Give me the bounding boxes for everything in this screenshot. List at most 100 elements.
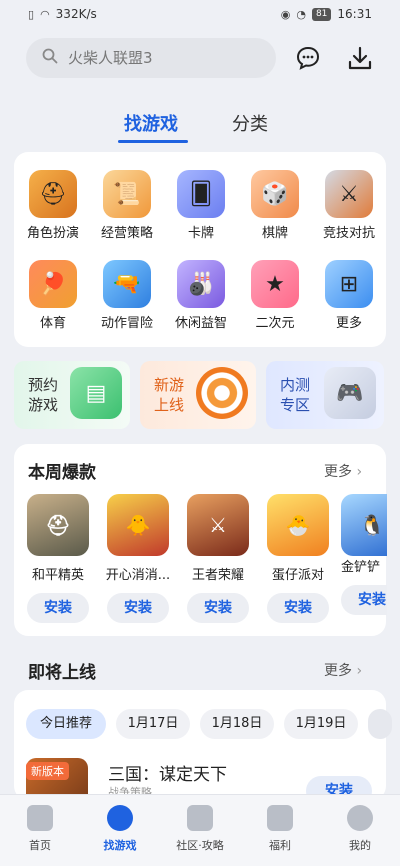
game-item[interactable]: 🐣 蛋仔派对 安装 bbox=[261, 494, 335, 623]
upcoming-game-name: 三国：谋定天下 bbox=[108, 765, 227, 785]
nav-find-games[interactable]: 找游戏 bbox=[80, 805, 160, 853]
home-icon bbox=[27, 805, 53, 831]
nav-label: 首页 bbox=[29, 839, 51, 852]
game-name: 开心消消... bbox=[105, 568, 171, 583]
game-name: 蛋仔派对 bbox=[271, 568, 324, 583]
dice-icon: 🎲 bbox=[251, 170, 299, 218]
nav-home[interactable]: 首页 bbox=[0, 805, 80, 853]
install-button[interactable]: 安装 bbox=[27, 593, 89, 623]
download-icon[interactable] bbox=[346, 44, 374, 72]
avatar-icon bbox=[347, 805, 373, 831]
date-chip[interactable]: 1月19日 bbox=[284, 709, 358, 739]
category-strategy[interactable]: 📜 经营策略 bbox=[90, 170, 164, 241]
category-competitive[interactable]: ⚔ 竞技对抗 bbox=[312, 170, 386, 241]
category-board-games[interactable]: 🎲 棋牌 bbox=[238, 170, 312, 241]
wifi-icon: ◠ bbox=[40, 7, 50, 21]
chevron-right-icon: › bbox=[356, 464, 363, 480]
search-box[interactable] bbox=[26, 38, 276, 78]
game-name: 金铲铲 bbox=[341, 560, 381, 575]
category-label: 动作冒险 bbox=[100, 316, 153, 331]
bowling-icon: 🎳 bbox=[177, 260, 225, 308]
category-label: 角色扮演 bbox=[26, 226, 79, 241]
category-label: 竞技对抗 bbox=[322, 226, 375, 241]
tab-underline bbox=[118, 140, 188, 143]
clock: 16:31 bbox=[337, 7, 372, 21]
install-button[interactable]: 安装 bbox=[267, 593, 329, 623]
date-chip-today[interactable]: 今日推荐 bbox=[26, 709, 106, 739]
game-item[interactable]: ⚔ 王者荣耀 安装 bbox=[181, 494, 255, 623]
search-icon bbox=[42, 48, 58, 68]
game-icon: 🐣 bbox=[267, 494, 329, 556]
search-input[interactable] bbox=[68, 49, 258, 67]
blaster-icon: 🔫 bbox=[103, 260, 151, 308]
nav-label: 社区·攻略 bbox=[176, 839, 224, 852]
search-row bbox=[26, 38, 378, 78]
more-label: 更多 bbox=[324, 464, 352, 480]
category-label: 经营策略 bbox=[100, 226, 153, 241]
date-chip[interactable]: 1月17日 bbox=[116, 709, 190, 739]
category-more[interactable]: ⊞ 更多 bbox=[312, 260, 386, 331]
star-wand-icon: ★ bbox=[251, 260, 299, 308]
nav-profile[interactable]: 我的 bbox=[320, 805, 400, 853]
promo-new-release[interactable]: 新游 上线 bbox=[140, 361, 256, 429]
axe-sword-icon: ⚔ bbox=[325, 170, 373, 218]
network-speed: 332K/s bbox=[55, 7, 97, 21]
status-left: ▯ ◠ 332K/s bbox=[28, 7, 97, 21]
helmet-icon: ⛑ bbox=[29, 170, 77, 218]
gift-icon bbox=[267, 805, 293, 831]
chevron-right-icon: › bbox=[356, 663, 363, 679]
date-chip[interactable]: 1月18日 bbox=[200, 709, 274, 739]
tab-find-games[interactable]: 找游戏 bbox=[124, 110, 178, 136]
promo-reserve[interactable]: 预约 游戏 ▤ bbox=[14, 361, 130, 429]
category-label: 更多 bbox=[335, 316, 362, 331]
more-label: 更多 bbox=[324, 663, 352, 679]
sim-icon: ▯ bbox=[28, 7, 35, 21]
cards-icon: 🂠 bbox=[177, 170, 225, 218]
category-anime[interactable]: ★ 二次元 bbox=[238, 260, 312, 331]
category-label: 二次元 bbox=[255, 316, 295, 331]
planet-icon bbox=[107, 805, 133, 831]
scroll-icon: 📜 bbox=[103, 170, 151, 218]
status-bar: ▯ ◠ 332K/s ◉ ◔ 81 16:31 bbox=[0, 0, 400, 28]
game-name: 王者荣耀 bbox=[191, 568, 244, 583]
hot-title: 本周爆款 bbox=[28, 463, 96, 483]
tab-categories[interactable]: 分类 bbox=[232, 110, 268, 136]
nav-label: 福利 bbox=[269, 839, 291, 852]
gamepad-icon: 🎮 bbox=[324, 367, 376, 419]
install-button[interactable]: 安装 bbox=[187, 593, 249, 623]
nav-label: 找游戏 bbox=[103, 839, 137, 852]
ping-pong-icon: 🏓 bbox=[29, 260, 77, 308]
category-label: 休闲益智 bbox=[174, 316, 227, 331]
nav-welfare[interactable]: 福利 bbox=[240, 805, 320, 853]
category-card-games[interactable]: 🂠 卡牌 bbox=[164, 170, 238, 241]
nav-label: 我的 bbox=[349, 839, 371, 852]
game-icon: ⚔ bbox=[187, 494, 249, 556]
signal-icon: ◔ bbox=[296, 7, 306, 21]
game-item[interactable]: 🐧 金铲铲 安装 bbox=[341, 494, 387, 615]
category-role-play[interactable]: ⛑ 角色扮演 bbox=[16, 170, 90, 241]
install-button[interactable]: 安装 bbox=[341, 585, 387, 615]
game-item[interactable]: 🐥 开心消消... 安装 bbox=[101, 494, 175, 623]
calendar-icon: ▤ bbox=[70, 367, 122, 419]
promo-beta[interactable]: 内测 专区 🎮 bbox=[266, 361, 384, 429]
grid-buttons-icon: ⊞ bbox=[325, 260, 373, 308]
status-right: ◉ ◔ 81 16:31 bbox=[281, 7, 372, 21]
game-item[interactable]: ⛑ 和平精英 安装 bbox=[21, 494, 95, 623]
category-card: ⛑ 角色扮演 📜 经营策略 🂠 卡牌 🎲 棋牌 ⚔ 竞技对抗 🏓 体育 🔫 动作… bbox=[14, 152, 386, 347]
category-action-adventure[interactable]: 🔫 动作冒险 bbox=[90, 260, 164, 331]
install-button[interactable]: 安装 bbox=[107, 593, 169, 623]
game-icon: 🐧 bbox=[341, 494, 387, 556]
category-label: 卡牌 bbox=[187, 226, 214, 241]
game-name: 和平精英 bbox=[31, 568, 84, 583]
game-icon: 🐥 bbox=[107, 494, 169, 556]
date-chip-overflow[interactable] bbox=[368, 709, 392, 739]
game-icon: ⛑ bbox=[27, 494, 89, 556]
upcoming-title: 即将上线 bbox=[28, 663, 96, 683]
nav-community[interactable]: 社区·攻略 bbox=[160, 805, 240, 853]
category-casual[interactable]: 🎳 休闲益智 bbox=[164, 260, 238, 331]
category-sports[interactable]: 🏓 体育 bbox=[16, 260, 90, 331]
upcoming-more-link[interactable]: 更多 › bbox=[324, 660, 362, 680]
category-label: 体育 bbox=[39, 316, 66, 331]
hot-more-link[interactable]: 更多 › bbox=[324, 461, 362, 481]
message-icon[interactable] bbox=[294, 44, 322, 72]
